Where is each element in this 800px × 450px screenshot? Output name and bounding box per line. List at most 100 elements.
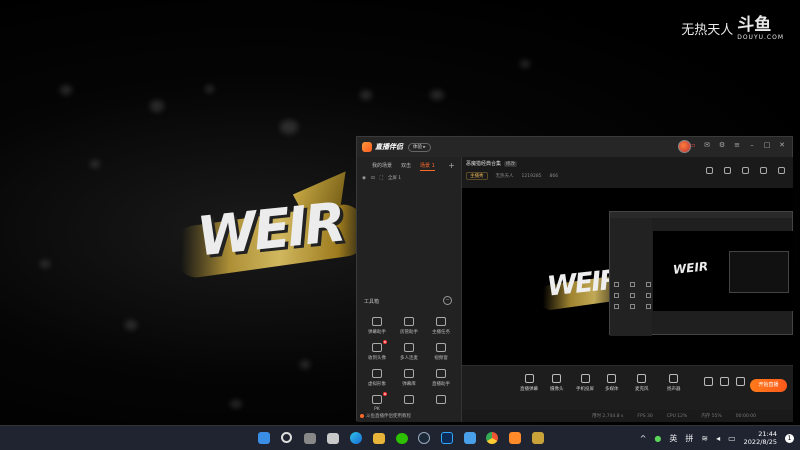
status-timer: 00:00:00 xyxy=(735,413,756,419)
speaker-icon[interactable]: ◂ xyxy=(716,434,720,443)
file-explorer-icon[interactable] xyxy=(373,433,385,444)
tool-icon xyxy=(646,304,651,309)
tool-room-manager[interactable]: 房管助手 xyxy=(393,317,425,335)
tool-label: 弹幕库 xyxy=(402,382,416,387)
category-badge[interactable]: 主播秀 xyxy=(466,172,488,180)
bokeh xyxy=(40,260,50,268)
language-indicator[interactable]: 英 xyxy=(669,433,677,444)
game-icon[interactable] xyxy=(532,432,544,444)
gift-icon[interactable]: ▭ xyxy=(688,141,696,149)
maximize-icon[interactable]: □ xyxy=(763,141,771,149)
taskbar: ^ ● 英 拼 ≋ ◂ ▭ 21:44 2022/8/25 1 xyxy=(0,425,800,450)
share-icon[interactable] xyxy=(778,167,785,174)
tutorial-icon xyxy=(360,414,364,418)
bokeh xyxy=(280,120,298,134)
lock-icon[interactable]: ⊡ xyxy=(371,176,375,181)
wechat-icon[interactable] xyxy=(396,433,408,444)
camera-toggle[interactable] xyxy=(704,377,713,386)
minimize-icon[interactable]: – xyxy=(748,141,756,149)
photoshop-icon[interactable] xyxy=(441,432,453,444)
scene-source-row[interactable]: ◉ ⊡ ⛶ 全屏 1 xyxy=(357,171,461,182)
settings-toggle[interactable] xyxy=(736,377,745,386)
message-icon[interactable]: ✉ xyxy=(703,141,711,149)
tutorial-link[interactable]: 斗鱼直播伴侣使用教程 xyxy=(360,413,411,419)
screen: WEIR 无热天人 斗鱼 DOUYU.COM 直播伴侣 体验 ▸ ▭ ✉ ⚙ ≡… xyxy=(0,0,800,450)
scene-panel: 我的场景 双击 场景 1 + ◉ ⊡ ⛶ 全屏 1 工具箱 − 弹幕助手 房管助… xyxy=(357,157,462,422)
phone-icon xyxy=(580,374,590,383)
tool-virtual-avatar[interactable]: 虚拟形象 xyxy=(361,369,393,387)
task-view-icon[interactable] xyxy=(304,433,316,444)
edge-icon[interactable] xyxy=(350,432,362,444)
toolbox-title: 工具箱 xyxy=(364,299,380,305)
tutorial-label: 斗鱼直播伴侣使用教程 xyxy=(366,414,411,419)
tab-double-click[interactable]: 双击 xyxy=(401,162,411,171)
eye-icon[interactable]: ◉ xyxy=(362,176,366,181)
notification-badge[interactable]: 1 xyxy=(785,433,794,443)
fans-count: 866 xyxy=(549,173,559,179)
toolbox-collapse-icon[interactable]: − xyxy=(443,296,452,305)
live-companion-taskbar-icon[interactable] xyxy=(509,432,521,444)
nested-left-panel xyxy=(610,218,652,336)
tool-label: 多人连麦 xyxy=(400,356,418,361)
settings-icon[interactable]: ⚙ xyxy=(718,141,726,149)
virtual-icon xyxy=(372,369,382,378)
version-badge[interactable]: 体验 ▸ xyxy=(408,142,431,152)
lock-icon[interactable] xyxy=(724,167,731,174)
scene-tabs: 我的场景 双击 场景 1 xyxy=(357,157,461,171)
tab-my-scenes[interactable]: 我的场景 xyxy=(372,162,392,171)
title-bar[interactable]: 直播伴侣 体验 ▸ ▭ ✉ ⚙ ≡ – □ ✕ xyxy=(357,137,792,157)
menu-icon[interactable]: ≡ xyxy=(733,141,741,149)
tool-video-window[interactable]: 视频窗 xyxy=(425,343,457,361)
widgets-icon[interactable] xyxy=(327,433,339,444)
chevron-up-icon[interactable]: ^ xyxy=(640,434,647,443)
notification-icon[interactable] xyxy=(760,167,767,174)
stream-info: 恶魔猎经典合集 修改 xyxy=(466,160,518,167)
tool-extra-1[interactable] xyxy=(393,395,425,412)
preview-toggle[interactable] xyxy=(720,377,729,386)
bokeh xyxy=(125,320,137,330)
tab-scene-1[interactable]: 场景 1 xyxy=(420,162,435,171)
pk-icon: N xyxy=(372,392,387,404)
tool-multi-mic[interactable]: 多人连麦 xyxy=(393,343,425,361)
tool-label: 弹幕助手 xyxy=(368,330,386,335)
windows-start-icon[interactable] xyxy=(258,432,270,444)
wifi-icon[interactable]: ≋ xyxy=(701,434,708,443)
start-live-button[interactable]: 开始直播 xyxy=(750,379,787,392)
close-icon[interactable]: ✕ xyxy=(778,141,786,149)
gear-icon xyxy=(736,377,745,386)
layout-icon[interactable] xyxy=(706,167,713,174)
steam-icon[interactable] xyxy=(418,432,430,444)
avatar-tool-icon: N xyxy=(372,340,387,352)
dock-microphone[interactable]: 麦克风 xyxy=(635,374,649,392)
chrome-icon[interactable] xyxy=(486,432,498,444)
clock[interactable]: 21:44 2022/8/25 xyxy=(744,430,777,446)
app-logo: 直播伴侣 xyxy=(362,142,403,152)
tool-danmu-assistant[interactable]: 弹幕助手 xyxy=(361,317,393,335)
dock-speaker[interactable]: 扬声器 xyxy=(667,374,681,392)
battery-icon[interactable]: ▭ xyxy=(728,434,736,443)
tool-extra-2[interactable] xyxy=(425,395,457,412)
douyu-logo-sub: DOUYU.COM xyxy=(737,34,784,41)
app-icon[interactable] xyxy=(464,432,476,444)
dock-label: 扬声器 xyxy=(667,387,681,392)
search-icon[interactable] xyxy=(281,432,292,443)
dock-camera[interactable]: 摄像头 xyxy=(550,374,564,392)
microphone-icon[interactable]: ● xyxy=(654,434,661,443)
dock-phone-cast[interactable]: 手机投屏 xyxy=(576,374,594,392)
tool-pk[interactable]: N PK xyxy=(361,392,393,412)
dock-live-danmu[interactable]: 直播弹幕 xyxy=(520,374,538,392)
tool-live-assistant[interactable]: 直播助手 xyxy=(425,369,457,387)
record-icon[interactable] xyxy=(742,167,749,174)
tool-streamer-task[interactable]: 主播任务 xyxy=(425,317,457,335)
live-preview[interactable]: WEIR WEIR xyxy=(462,188,793,365)
tool-danmu-library[interactable]: 弹幕库 xyxy=(393,369,425,387)
dock-media[interactable]: 多媒体 xyxy=(605,374,619,392)
ime-indicator[interactable]: 拼 xyxy=(685,433,693,444)
edit-title-button[interactable]: 修改 xyxy=(504,160,518,167)
bokeh xyxy=(60,85,72,95)
tool-avatar[interactable]: N 收到头像 xyxy=(361,340,393,361)
add-scene-icon[interactable]: + xyxy=(448,161,455,170)
bokeh xyxy=(205,85,214,93)
video-icon xyxy=(436,343,446,352)
toolbox-grid: 弹幕助手 房管助手 主播任务 N 收到头像 多人连麦 视频窗 虚拟形象 弹幕库 直… xyxy=(361,317,459,412)
